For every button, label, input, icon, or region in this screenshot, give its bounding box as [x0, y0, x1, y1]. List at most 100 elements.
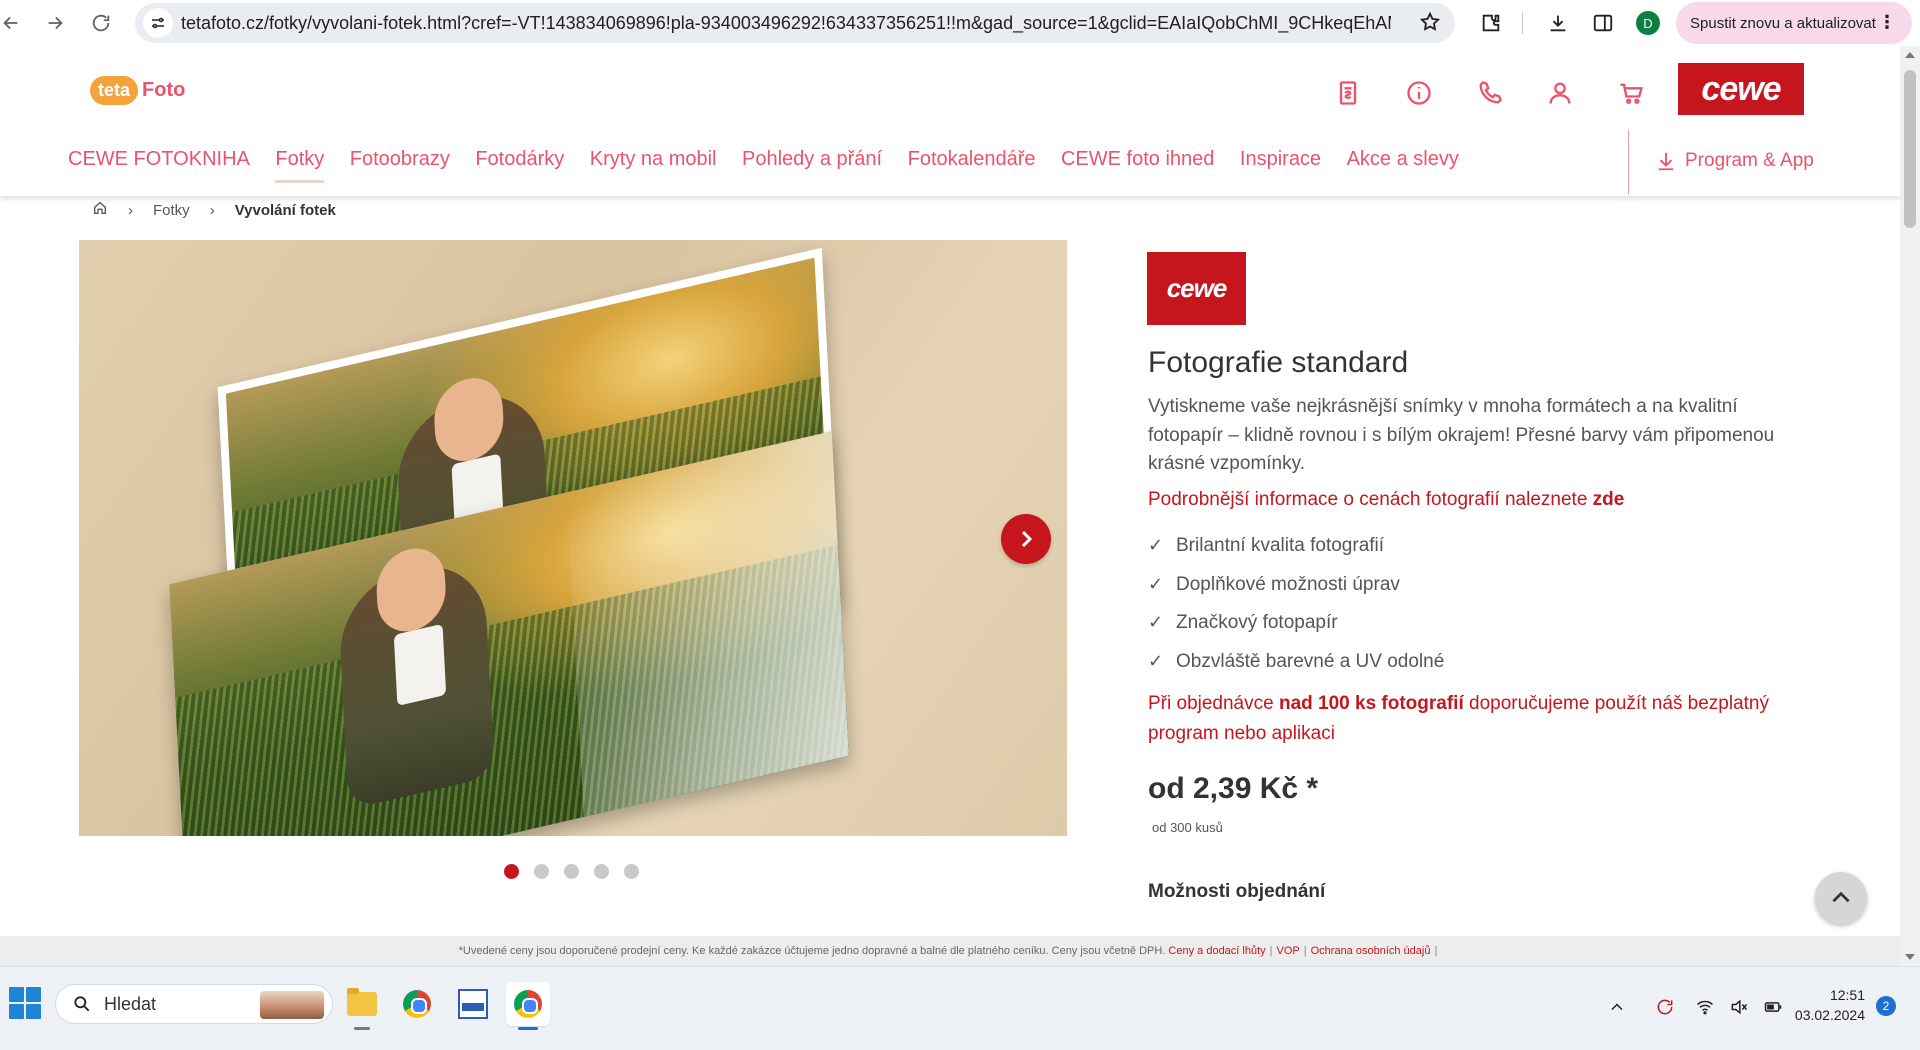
cart-icon[interactable] [1614, 76, 1648, 110]
feature-list: ✓ Brilantní kvalita fotografií ✓ Doplňkové… [1148, 535, 1444, 689]
more-menu-icon[interactable]: ⋮ [1878, 12, 1896, 33]
clock-time: 12:51 [1829, 987, 1865, 1003]
scroll-down-arrow[interactable] [1905, 954, 1915, 960]
product-description: Vytiskneme vaše nejkrásnější snímky v mn… [1148, 396, 1775, 474]
feature-label: Doplňkové možnosti úprav [1176, 573, 1400, 595]
wifi-icon[interactable] [1688, 997, 1722, 1017]
arrow-right-icon [48, 16, 63, 30]
breadcrumb-separator: › [128, 201, 133, 219]
check-icon: ✓ [1148, 650, 1164, 671]
program-app-link[interactable]: Program & App [1655, 150, 1814, 172]
page-scrollbar[interactable] [1900, 46, 1920, 966]
nav-item-kryty-na-mobil[interactable]: Kryty na mobil [590, 148, 717, 183]
order-options-heading: Možnosti objednání [1148, 881, 1326, 902]
taskbar-chrome[interactable] [395, 982, 439, 1026]
feature-label: Brilantní kvalita fotografií [1176, 535, 1385, 556]
price-info-text: Podrobnější informace o cenách fotografi… [1148, 489, 1624, 511]
taskbar-file-explorer[interactable] [340, 982, 384, 1030]
link-ochrana-osobnich-udaju[interactable]: Ochrana osobních údajů [1311, 945, 1431, 957]
tune-icon [152, 17, 164, 29]
reload-button[interactable] [86, 8, 116, 38]
update-chrome-button[interactable]: Spustit znovu a aktualizovat ⋮ [1676, 2, 1912, 44]
forward-button[interactable] [40, 8, 70, 38]
feature-item: ✓ Brilantní kvalita fotografií [1148, 535, 1444, 574]
feature-item: ✓ Značkový fotopapír [1148, 612, 1444, 651]
breadcrumb-separator: › [209, 201, 215, 219]
product-price: od 2,39 Kč * [1148, 772, 1319, 805]
product-image[interactable] [79, 240, 1067, 836]
profile-avatar[interactable]: D [1636, 11, 1660, 35]
product-title: Fotografie standard [1148, 346, 1409, 379]
feature-item: ✓ Obzvláště barevné a UV odolné [1148, 651, 1444, 690]
carousel-dots [504, 864, 639, 879]
logo-foto: Foto [142, 79, 186, 101]
nav-item-pohledy-a-prani[interactable]: Pohledy a přání [742, 148, 882, 183]
main-nav: CEWE FOTOKNIHA Fotky Fotoobrazy Fotodárk… [68, 148, 1484, 183]
search-highlight-image [260, 991, 324, 1019]
cewe-badge: cewe [1147, 252, 1246, 325]
extensions-icon[interactable] [1478, 10, 1504, 36]
downloads-icon[interactable] [1545, 10, 1571, 36]
nav-item-fotodarky[interactable]: Fotodárky [475, 148, 564, 183]
address-bar[interactable]: tetafoto.cz/fotky/vyvolani-fotek.html?cr… [135, 3, 1455, 43]
volume-muted-icon[interactable] [1722, 997, 1756, 1017]
browser-toolbar: tetafoto.cz/fotky/vyvolani-fotek.html?cr… [0, 0, 1920, 46]
chrome-icon [403, 990, 431, 1018]
carousel-dot-5[interactable] [624, 864, 639, 879]
scroll-up-arrow[interactable] [1905, 52, 1915, 58]
price-info-link[interactable]: zde [1593, 489, 1625, 510]
taskbar-chrome-active[interactable] [506, 982, 550, 1030]
folder-icon [347, 988, 377, 1016]
carousel-dot-2[interactable] [534, 864, 549, 879]
nav-divider [1628, 130, 1629, 194]
logo-teta: teta [83, 70, 139, 105]
feature-label: Značkový fotopapír [1176, 612, 1338, 633]
taskbar-scan-app[interactable] [451, 982, 495, 1026]
nav-item-inspirace[interactable]: Inspirace [1240, 148, 1321, 183]
taskbar-search[interactable]: Hledat [55, 984, 333, 1024]
cewe-logo[interactable]: cewe [1678, 63, 1804, 115]
start-button[interactable] [9, 987, 41, 1019]
notification-badge[interactable]: 2 [1876, 996, 1896, 1016]
check-icon: ✓ [1148, 573, 1164, 594]
side-panel-icon[interactable] [1590, 10, 1616, 36]
breadcrumb-current: Vyvolání fotek [234, 201, 336, 219]
breadcrumb-fotky[interactable]: Fotky [153, 202, 190, 219]
receipt-icon[interactable] [1331, 76, 1365, 110]
pipe-separator: | [1269, 945, 1273, 957]
toolbar-divider [1522, 12, 1523, 34]
sync-icon[interactable] [1648, 997, 1682, 1017]
system-tray [1600, 987, 1790, 1027]
nav-item-cewe-foto-ihned[interactable]: CEWE foto ihned [1061, 148, 1214, 183]
user-icon[interactable] [1543, 76, 1577, 110]
bulk-note-pre: Při objednávce [1148, 693, 1279, 714]
info-icon[interactable] [1402, 76, 1436, 110]
back-to-top-button[interactable] [1815, 872, 1867, 924]
phone-icon[interactable] [1473, 76, 1507, 110]
chevron-up-icon[interactable] [1600, 997, 1634, 1017]
url-text[interactable]: tetafoto.cz/fotky/vyvolani-fotek.html?cr… [181, 13, 1391, 34]
update-button-label: Spustit znovu a aktualizovat [1690, 14, 1876, 32]
bookmark-star-icon[interactable] [1419, 11, 1441, 38]
nav-item-cewe-fotokniha[interactable]: CEWE FOTOKNIHA [68, 148, 250, 183]
tetafoto-logo[interactable]: teta Foto [83, 70, 186, 105]
link-ceny-a-dodaci-lhuty[interactable]: Ceny a dodací lhůty [1168, 945, 1265, 957]
carousel-dot-3[interactable] [564, 864, 579, 879]
link-vop[interactable]: VOP [1277, 945, 1300, 957]
home-icon[interactable] [92, 200, 108, 220]
carousel-dot-1[interactable] [504, 864, 519, 879]
carousel-next-button[interactable] [1001, 514, 1051, 564]
system-clock[interactable]: 12:51 03.02.2024 [1785, 985, 1865, 1025]
back-button[interactable] [0, 8, 26, 38]
pipe-separator: | [1303, 945, 1307, 957]
carousel-dot-4[interactable] [594, 864, 609, 879]
nav-item-fotokalendare[interactable]: Fotokalendáře [908, 148, 1036, 183]
check-icon: ✓ [1148, 535, 1164, 555]
scan-app-icon [458, 989, 488, 1019]
feature-label: Obzvláště barevné a UV odolné [1176, 650, 1445, 672]
nav-item-fotky[interactable]: Fotky [275, 148, 324, 183]
scroll-thumb[interactable] [1904, 70, 1916, 228]
nav-item-akce-a-slevy[interactable]: Akce a slevy [1347, 148, 1459, 183]
site-info-button[interactable] [143, 8, 173, 38]
nav-item-fotoobrazy[interactable]: Fotoobrazy [350, 148, 450, 183]
